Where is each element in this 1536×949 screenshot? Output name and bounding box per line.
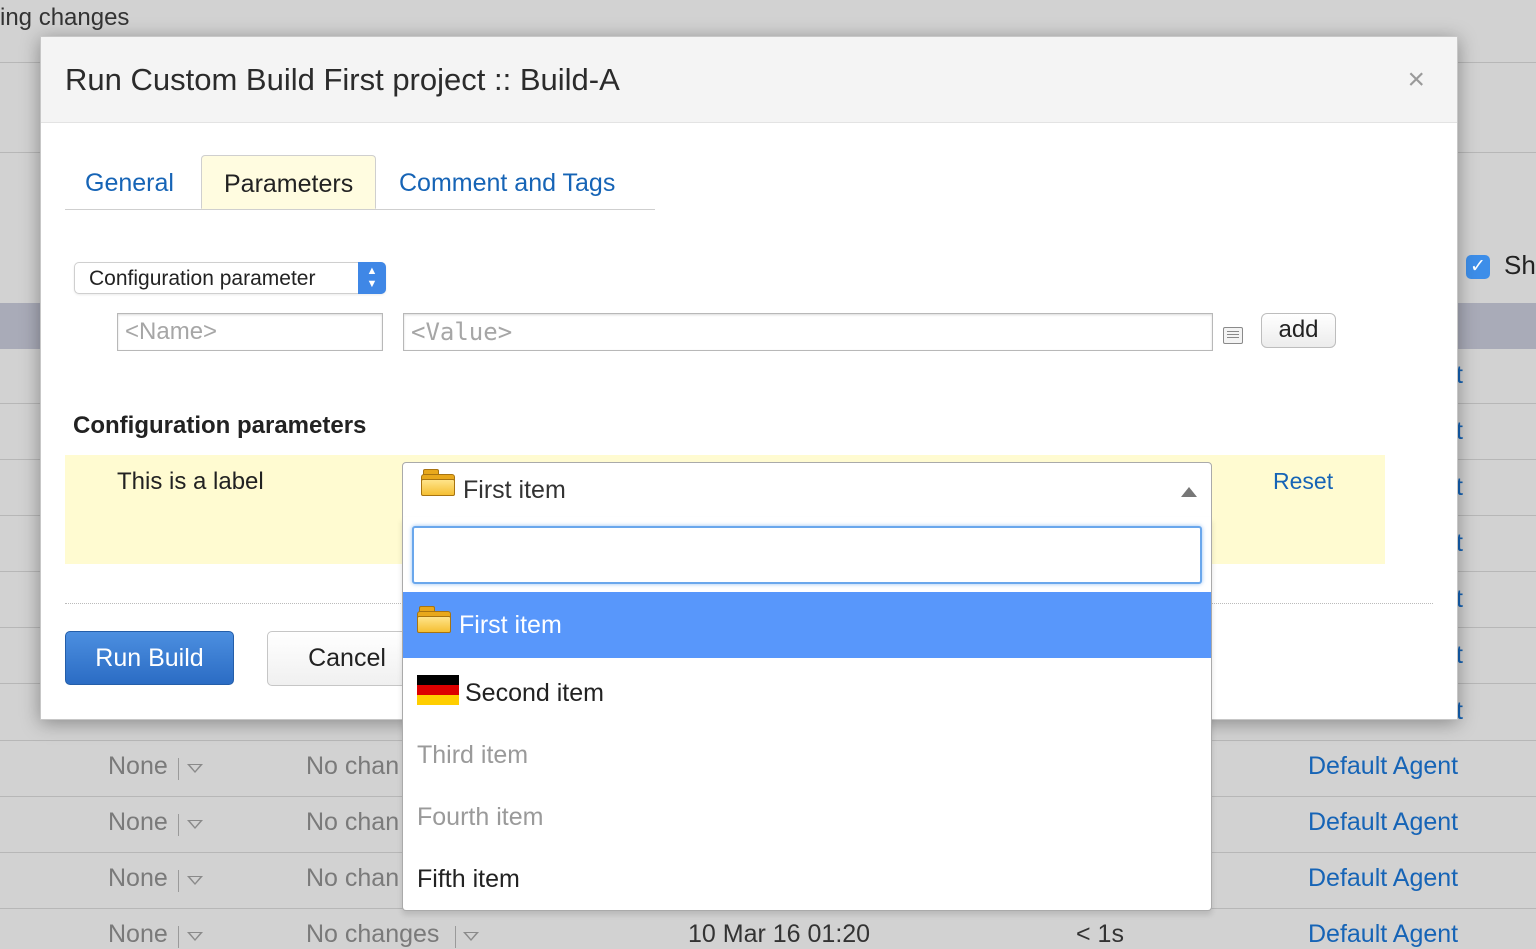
revision-cell: None <box>108 808 168 836</box>
expand-editor-icon[interactable] <box>1223 327 1243 344</box>
add-button[interactable]: add <box>1261 313 1336 348</box>
chevron-down-icon[interactable] <box>187 764 203 773</box>
dialog-header: Run Custom Build First project :: Build-… <box>41 37 1457 123</box>
dropdown-search-input[interactable] <box>412 526 1202 584</box>
chevron-down-icon[interactable] <box>463 932 479 941</box>
chevron-down-icon[interactable] <box>187 820 203 829</box>
show-checkbox-label: Sh <box>1504 250 1536 280</box>
revision-cell: None <box>108 864 168 892</box>
dropdown-item-label: Fifth item <box>417 865 520 893</box>
background-heading: ing changes <box>0 4 130 31</box>
dropdown-item-label: Second item <box>465 679 604 707</box>
parameter-type-value: Configuration parameter <box>89 267 316 290</box>
close-icon[interactable]: × <box>1407 65 1425 95</box>
tab-general[interactable]: General <box>85 155 174 209</box>
dropdown-item-fifth[interactable]: Fifth item <box>403 848 1211 910</box>
chevron-up-icon <box>1181 487 1197 497</box>
parameter-type-select[interactable]: Configuration parameter ▲ ▼ <box>74 262 386 294</box>
duration-cell: < 1s <box>1076 920 1124 948</box>
parameter-value-select[interactable]: First item <box>402 462 1212 518</box>
date-cell: 10 Mar 16 01:20 <box>688 920 871 948</box>
agent-link[interactable]: Default Agent <box>1308 920 1458 949</box>
german-flag-icon <box>417 675 459 705</box>
selected-value: First item <box>463 476 566 504</box>
dropdown-item-third: Third item <box>403 724 1211 786</box>
dropdown-item-second[interactable]: Second item <box>403 662 1211 724</box>
dropdown-menu: First item Second item Third item Fourth… <box>402 517 1212 911</box>
show-checkbox[interactable]: ✓ <box>1466 255 1490 279</box>
parameter-name-input[interactable] <box>117 313 383 351</box>
dropdown-item-label: Third item <box>417 741 529 769</box>
tab-comment-and-tags[interactable]: Comment and Tags <box>399 155 615 209</box>
agent-link[interactable]: Default Agent <box>1308 864 1458 893</box>
dialog-title: Run Custom Build First project :: Build-… <box>65 62 620 97</box>
revision-cell: None <box>108 920 168 948</box>
parameter-label: This is a label <box>117 468 264 495</box>
section-title: Configuration parameters <box>73 412 367 439</box>
parameter-value-input[interactable] <box>403 313 1213 351</box>
dropdown-item-first[interactable]: First item <box>403 592 1211 658</box>
reset-link[interactable]: Reset <box>1273 468 1333 495</box>
dropdown-item-fourth: Fourth item <box>403 786 1211 848</box>
chevron-down-icon[interactable] <box>187 876 203 885</box>
run-build-button[interactable]: Run Build <box>65 631 234 685</box>
agent-link[interactable]: Default Agent <box>1308 752 1458 781</box>
changes-cell: No chan <box>306 752 400 780</box>
folder-icon <box>417 606 451 633</box>
chevron-down-icon[interactable] <box>187 932 203 941</box>
dropdown-item-label: Fourth item <box>417 803 544 831</box>
changes-cell: No chan <box>306 864 400 892</box>
dropdown-item-label: First item <box>459 611 562 639</box>
dialog-tabs: General Parameters Comment and Tags <box>65 155 655 210</box>
changes-cell: No changes <box>306 920 440 948</box>
select-arrows-icon: ▲ ▼ <box>358 262 386 294</box>
folder-icon <box>421 469 455 496</box>
changes-cell: No chan <box>306 808 400 836</box>
tab-parameters[interactable]: Parameters <box>201 155 377 209</box>
revision-cell: None <box>108 752 168 780</box>
agent-link[interactable]: Default Agent <box>1308 808 1458 837</box>
